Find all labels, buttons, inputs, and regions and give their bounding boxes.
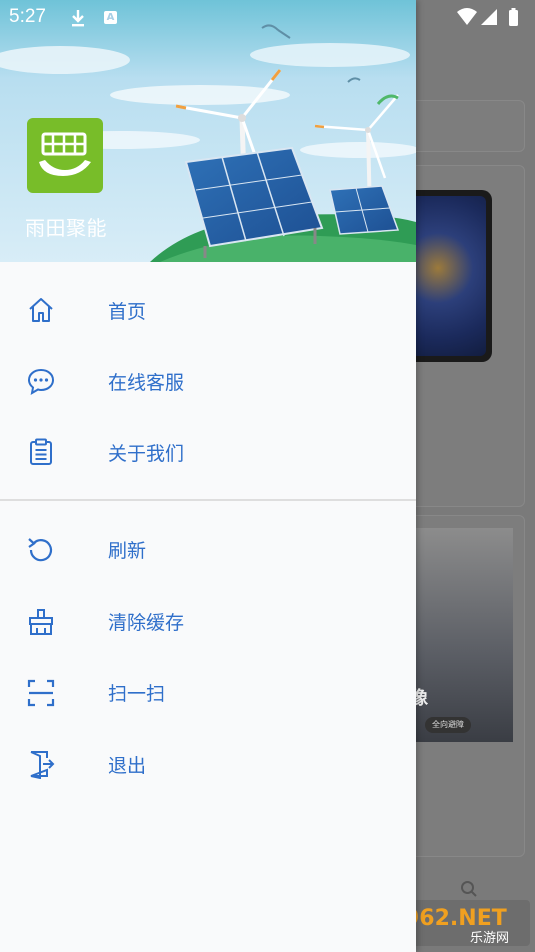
menu-item-online-service[interactable]: 在线客服 xyxy=(0,346,416,416)
menu-item-home[interactable]: 首页 xyxy=(0,275,416,345)
svg-text:乐游网: 乐游网 xyxy=(470,931,509,946)
menu-item-scan[interactable]: 扫一扫 xyxy=(0,657,416,727)
app-logo-icon xyxy=(27,118,103,193)
broom-icon xyxy=(29,609,53,635)
drawer-header: 雨田聚能 xyxy=(0,0,416,262)
background-drone-pill: 全向避障 xyxy=(425,717,471,733)
menu-item-clear-cache[interactable]: 清除缓存 xyxy=(0,586,416,656)
menu-item-about-us[interactable]: 关于我们 xyxy=(0,417,416,487)
chat-bubble-icon xyxy=(27,368,55,395)
watermark-logo: 962.NET 乐游网 xyxy=(398,900,530,946)
status-bar: 5:27 A xyxy=(0,0,535,36)
navigation-drawer: 雨田聚能 首页 在线客服 关于我们 刷新 清除缓存 扫一扫 退出 xyxy=(0,0,416,952)
exit-icon xyxy=(30,751,55,779)
signal-icon xyxy=(481,9,497,25)
wifi-icon xyxy=(457,8,477,25)
menu-divider xyxy=(0,499,416,501)
status-time: 5:27 xyxy=(9,6,46,27)
a-badge-icon: A xyxy=(104,11,117,24)
wifi-signal-battery-icons xyxy=(457,8,518,26)
menu-label: 关于我们 xyxy=(108,443,185,465)
search-icon xyxy=(461,881,477,897)
battery-icon xyxy=(509,10,518,26)
menu-label: 首页 xyxy=(108,301,147,323)
refresh-icon xyxy=(28,538,53,562)
menu-label: 退出 xyxy=(108,755,147,777)
svg-text:962.NET: 962.NET xyxy=(404,906,507,931)
scan-icon xyxy=(27,679,55,707)
download-icon xyxy=(72,10,84,27)
menu-label: 在线客服 xyxy=(108,372,185,394)
clipboard-icon xyxy=(30,438,52,465)
home-icon xyxy=(29,298,53,322)
menu-label: 刷新 xyxy=(108,540,147,562)
menu-label: 扫一扫 xyxy=(108,683,166,705)
app-name: 雨田聚能 xyxy=(25,216,107,240)
menu-item-exit[interactable]: 退出 xyxy=(0,729,416,799)
menu-item-refresh[interactable]: 刷新 xyxy=(0,514,416,584)
menu-label: 清除缓存 xyxy=(108,612,185,634)
